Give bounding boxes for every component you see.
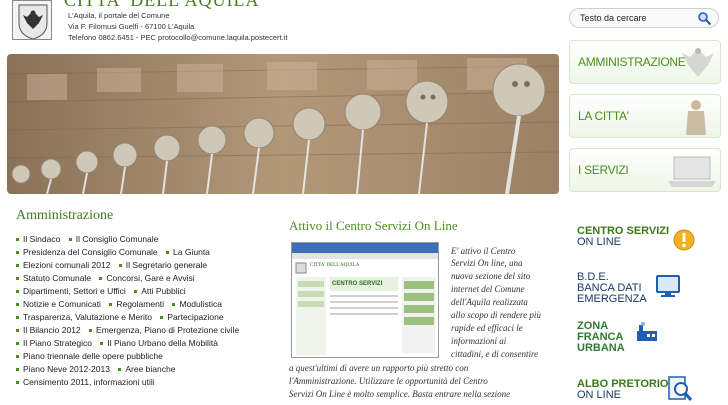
service-subtitle: ON LINE: [577, 389, 622, 401]
link-dipartimenti[interactable]: Dipartimenti, Settori e Uffici: [23, 286, 126, 296]
eagle-icon: [680, 43, 716, 83]
link-atti-pubblici[interactable]: Atti Pubblici: [141, 286, 185, 296]
link-bilancio-2012[interactable]: Il Bilancio 2012: [23, 325, 81, 335]
link-modulistica[interactable]: Modulistica: [179, 299, 222, 309]
link-partecipazione[interactable]: Partecipazione: [167, 312, 223, 322]
menu-la-citta-label: LA CITTA': [578, 109, 629, 123]
magnifier-icon: [667, 375, 693, 405]
link-piano-strategico[interactable]: Il Piano Strategico: [23, 338, 92, 348]
menu-la-citta-button[interactable]: LA CITTA': [569, 94, 721, 138]
news-text-line: allo scopo di rendere più: [451, 310, 541, 320]
search-placeholder: Testo da cercare: [580, 13, 647, 23]
news-text-line: l'Amministrazione. Utilizzare le opportu…: [289, 376, 488, 386]
service-centro-servizi[interactable]: CENTRO SERVIZI ON LINE: [575, 224, 723, 270]
link-opere-pubbliche[interactable]: Piano triennale delle opere pubbliche: [23, 351, 163, 361]
link-piano-neve[interactable]: Piano Neve 2012-2013: [23, 364, 110, 374]
news-text-line: dell'Aquila realizzata: [451, 297, 528, 307]
service-albo-pretorio[interactable]: ALBO PRETORIO ON LINE: [575, 375, 723, 405]
amministrazione-heading: Amministrazione: [16, 208, 114, 223]
search-icon[interactable]: [697, 11, 712, 26]
news-text-line: Servizi On line, una: [451, 258, 523, 268]
link-la-giunta[interactable]: La Giunta: [173, 247, 210, 257]
link-il-sindaco[interactable]: Il Sindaco: [23, 234, 60, 244]
service-subtitle-2: EMERGENZA: [577, 293, 647, 305]
news-thumbnail[interactable]: CITTA' DELL'AQUILA CENTRO SERVIZI: [291, 242, 439, 358]
link-row: Notizie e Comunicati Regolamenti Modulis…: [16, 299, 278, 312]
news-text-line: internet del Comune: [451, 284, 525, 294]
news-text-line: cittadini, e di consentire: [451, 349, 539, 359]
site-contacts: Telefono 0862.6451 - PEC protocollo@comu…: [68, 33, 288, 42]
news-text-line: a quest'ultimi di avere un rapporto più …: [289, 363, 469, 373]
link-segretario-generale[interactable]: Il Segretario generale: [126, 260, 207, 270]
link-aree-bianche[interactable]: Aree bianche: [125, 364, 175, 374]
service-subtitle-2: URBANA: [577, 342, 625, 354]
link-protezione-civile[interactable]: Emergenza, Piano di Protezione civile: [96, 325, 239, 335]
service-bde[interactable]: B.D.E. BANCA DATI EMERGENZA: [575, 270, 723, 316]
link-elezioni-comunali[interactable]: Elezioni comunali 2012: [23, 260, 110, 270]
laptop-icon: [664, 151, 716, 191]
news-text-line: nuova sezione del sito: [451, 271, 531, 281]
link-trasparenza[interactable]: Trasparenza, Valutazione e Merito: [23, 312, 152, 322]
link-row: Trasparenza, Valutazione e Merito Partec…: [16, 312, 278, 325]
menu-i-servizi-label: I SERVIZI: [578, 163, 629, 177]
link-statuto-comunale[interactable]: Statuto Comunale: [23, 273, 91, 283]
hero-fountain-image: [7, 54, 559, 194]
link-row: Elezioni comunali 2012 Il Segretario gen…: [16, 260, 278, 273]
city-crest-logo[interactable]: [12, 0, 52, 40]
link-row: Censimento 2011, informazioni utili: [16, 377, 278, 390]
link-row: Presidenza del Consiglio Comunale La Giu…: [16, 247, 278, 260]
link-row: Il Bilancio 2012 Emergenza, Piano di Pro…: [16, 325, 278, 338]
service-zona-franca[interactable]: ZONA FRANCA URBANA: [575, 319, 723, 365]
menu-amministrazione-label: AMMINISTRAZIONE: [578, 55, 686, 69]
site-address: Via F. Filomusi Guelfi - 67100 L'Aquila: [68, 22, 195, 31]
link-censimento-2011[interactable]: Censimento 2011, informazioni utili: [23, 377, 155, 387]
link-row: Il Piano Strategico Il Piano Urbano dell…: [16, 338, 278, 351]
site-title[interactable]: CITTA' DELL'AQUILA: [64, 0, 260, 11]
info-icon: [673, 228, 695, 259]
link-regolamenti[interactable]: Regolamenti: [116, 299, 164, 309]
link-notizie-comunicati[interactable]: Notizie e Comunicati: [23, 299, 101, 309]
monitor-icon: [655, 274, 681, 305]
link-row: Piano Neve 2012-2013 Aree bianche: [16, 364, 278, 377]
news-text-line: rapide ed efficaci le: [451, 323, 523, 333]
menu-i-servizi-button[interactable]: I SERVIZI: [569, 148, 721, 192]
amministrazione-links: Il Sindaco Il Consiglio Comunale Preside…: [16, 234, 278, 390]
link-row: Piano triennale delle opere pubbliche: [16, 351, 278, 364]
link-presidenza-consiglio[interactable]: Presidenza del Consiglio Comunale: [23, 247, 158, 257]
search-input[interactable]: Testo da cercare: [569, 8, 719, 28]
thumb-heading: CENTRO SERVIZI: [332, 281, 383, 287]
site-tagline: L'Aquila, il portale del Comune: [68, 11, 170, 20]
link-concorsi-gare-avvisi[interactable]: Concorsi, Gare e Avvisi: [106, 273, 194, 283]
link-row: Dipartimenti, Settori e Uffici Atti Pubb…: [16, 286, 278, 299]
news-text-line: E' attivo il Centro: [451, 246, 516, 256]
thumb-site-name: CITTA' DELL'AQUILA: [310, 263, 360, 268]
service-subtitle: ON LINE: [577, 236, 622, 248]
news-text-line: informazioni ai: [451, 336, 507, 346]
statue-icon: [676, 97, 716, 137]
link-il-consiglio-comunale[interactable]: Il Consiglio Comunale: [76, 234, 159, 244]
menu-amministrazione-button[interactable]: AMMINISTRAZIONE: [569, 40, 721, 84]
factory-icon: [635, 321, 659, 348]
link-row: Statuto Comunale Concorsi, Gare e Avvisi: [16, 273, 278, 286]
news-title[interactable]: Attivo il Centro Servizi On Line: [289, 218, 458, 234]
link-row: Il Sindaco Il Consiglio Comunale: [16, 234, 278, 247]
news-text-line: Servizi On Line è molto semplice. Basta …: [289, 389, 511, 399]
link-piano-mobilita[interactable]: Il Piano Urbano della Mobilità: [107, 338, 218, 348]
